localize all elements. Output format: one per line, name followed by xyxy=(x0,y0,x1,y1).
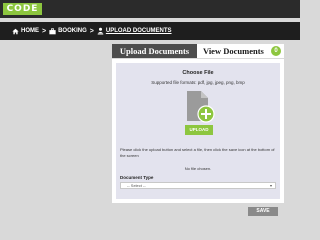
document-type-label: Document Type xyxy=(120,175,154,180)
breadcrumb-home-label: HOME xyxy=(21,28,39,34)
supported-formats: Supported file formats: pdf, jpg, jpeg, … xyxy=(151,80,245,85)
breadcrumb-booking[interactable]: BOOKING xyxy=(49,27,87,35)
home-icon xyxy=(12,28,19,34)
breadcrumb-separator: > xyxy=(89,27,94,35)
tab-upload-documents[interactable]: Upload Documents xyxy=(112,44,197,58)
app-logo[interactable]: CODE xyxy=(3,3,42,15)
document-tabs: Upload Documents View Documents 0 xyxy=(112,44,284,58)
file-add-icon xyxy=(187,91,215,123)
briefcase-icon xyxy=(49,27,56,34)
breadcrumb-home[interactable]: HOME xyxy=(12,28,39,35)
document-count-badge: 0 xyxy=(271,46,281,56)
document-type-select[interactable]: -- Select -- ▾ xyxy=(120,182,276,189)
document-type-value: -- Select -- xyxy=(127,183,146,188)
chevron-down-icon: ▾ xyxy=(269,183,272,188)
user-upload-icon xyxy=(97,27,104,35)
upload-panel: Choose File Supported file formats: pdf,… xyxy=(112,59,284,203)
breadcrumb: HOME > BOOKING > UPLOAD DOCUMENTS xyxy=(0,22,300,40)
choose-file-title: Choose File xyxy=(182,70,214,76)
breadcrumb-upload-documents: UPLOAD DOCUMENTS xyxy=(97,27,172,35)
tab-view-documents[interactable]: View Documents 0 xyxy=(197,44,284,58)
top-bar: CODE xyxy=(0,0,300,18)
save-button[interactable]: SAVE xyxy=(248,207,278,216)
upload-instructions: Please click the upload button and selec… xyxy=(120,147,275,158)
tab-view-documents-label: View Documents xyxy=(203,46,264,56)
breadcrumb-booking-label: BOOKING xyxy=(58,28,87,34)
breadcrumb-upload-label: UPLOAD DOCUMENTS xyxy=(105,28,172,34)
file-dropzone[interactable]: Choose File Supported file formats: pdf,… xyxy=(116,63,280,199)
breadcrumb-separator: > xyxy=(42,27,47,35)
upload-button[interactable]: UPLOAD xyxy=(185,125,213,135)
no-file-status: No file chosen. xyxy=(184,166,212,171)
